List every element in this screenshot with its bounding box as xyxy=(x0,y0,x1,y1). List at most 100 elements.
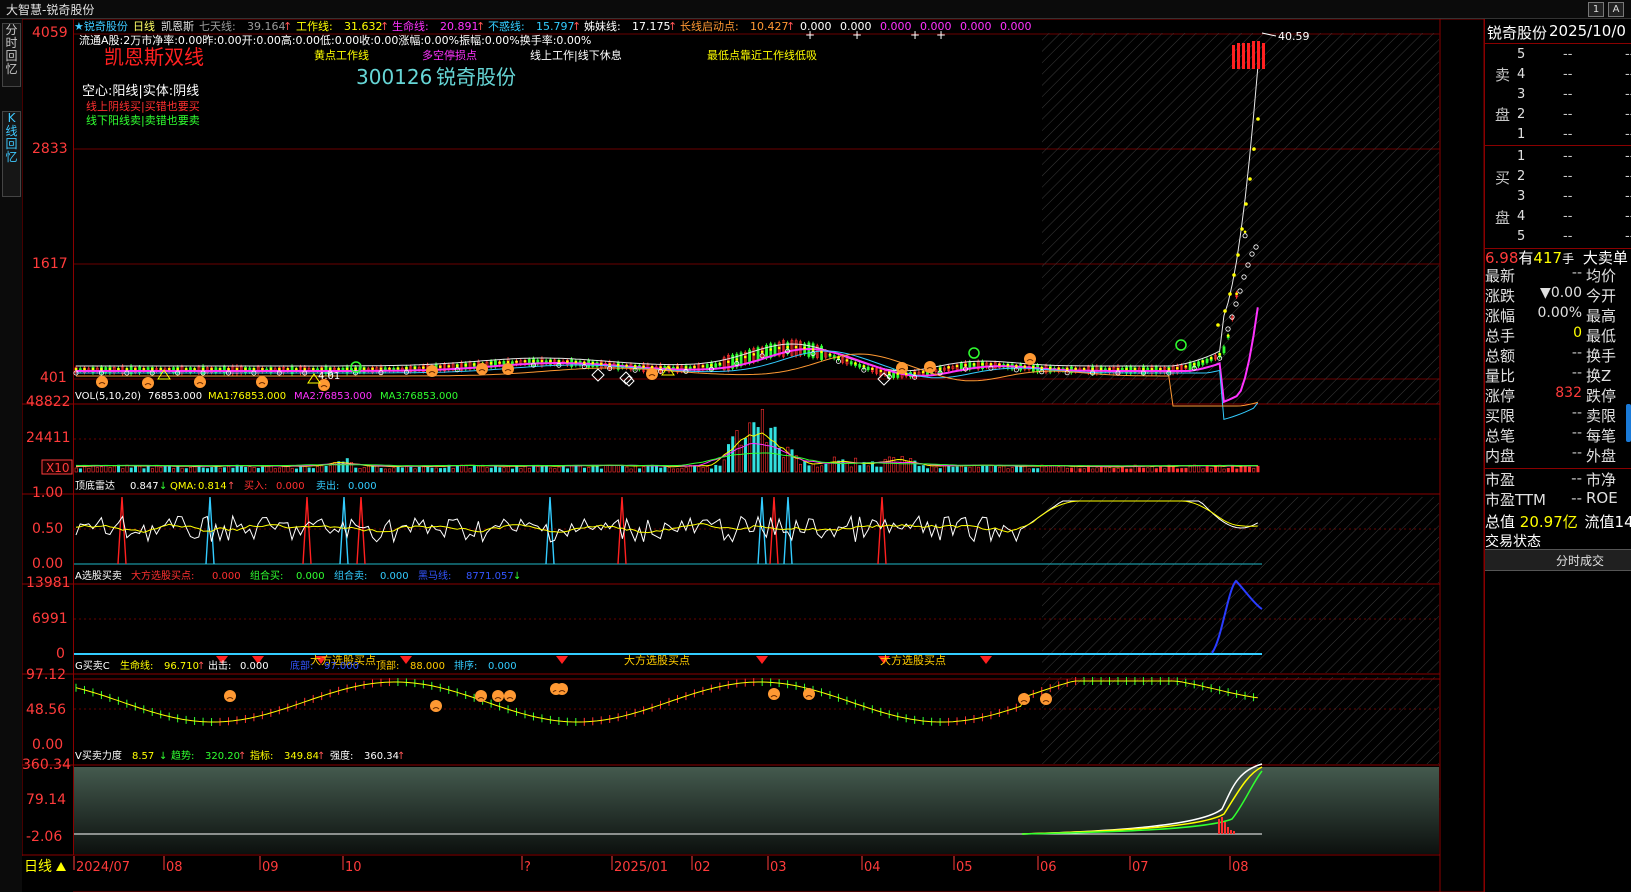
yellow-dot xyxy=(1244,202,1248,206)
quote-row: 总手 0 最低 xyxy=(1485,325,1631,345)
volume-bar xyxy=(176,466,180,473)
yellow-dot xyxy=(616,363,620,367)
volume-bar xyxy=(1019,465,1023,473)
force-axis-label-1: 360.34 xyxy=(22,757,71,773)
volume-bar xyxy=(951,466,955,473)
radar-buy: 0.000 xyxy=(276,481,305,492)
yellow-dot xyxy=(1057,367,1060,370)
radar-sell-label: 卖出: xyxy=(316,479,339,492)
force-strength-arrow: ↑ xyxy=(397,751,405,762)
buy-volume-1: -- xyxy=(1625,149,1631,164)
window-button-a[interactable]: A xyxy=(1608,2,1624,17)
volume-bar xyxy=(921,465,925,473)
yellow-dot xyxy=(871,367,874,371)
buy-volume-2: -- xyxy=(1625,169,1631,184)
c-face-icon xyxy=(430,700,442,712)
yellow-dot xyxy=(1023,365,1027,368)
vol-axis-label-1: 48822 xyxy=(26,394,71,410)
c-face-icon xyxy=(492,690,504,702)
volume-bar xyxy=(184,468,188,473)
volume-bar xyxy=(231,467,235,473)
quote-row-value: -- xyxy=(1571,405,1582,421)
volume-bar xyxy=(239,465,243,473)
yellow-dot xyxy=(1209,356,1213,360)
quote-row-right-label: 均价 xyxy=(1586,267,1617,285)
buy-price-5: -- xyxy=(1563,229,1573,244)
yellow-dot xyxy=(498,361,501,364)
volume-bar xyxy=(400,467,404,473)
yellow-dot xyxy=(337,367,340,371)
window-button-1[interactable]: 1 xyxy=(1588,2,1604,17)
sell-price-5: -- xyxy=(1563,47,1573,62)
pick-axis-label-1: 13981 xyxy=(26,575,71,591)
price-axis-label-4: 401 xyxy=(40,370,67,386)
yellow-dot xyxy=(244,367,247,371)
yellow-dot xyxy=(566,360,569,363)
candle-body xyxy=(1197,361,1200,367)
header-qitianxian-label: 七天线: xyxy=(199,19,236,33)
volume-bar xyxy=(710,468,714,473)
period-label[interactable]: 日线 xyxy=(24,859,52,875)
volume-bar xyxy=(1099,466,1103,473)
volume-bar xyxy=(777,447,781,473)
quote-row-value: 0 xyxy=(1573,325,1582,341)
quote-row-value: 0.00% xyxy=(1537,305,1582,321)
pe-row: 市盈TTM -- ROE xyxy=(1485,489,1631,509)
yellow-dot xyxy=(1150,367,1154,371)
date-axis-label: 2025/01 xyxy=(614,860,668,875)
yellow-dot xyxy=(845,359,849,362)
price-axis-label-2: 2833 xyxy=(32,141,68,157)
date-axis-label: 07 xyxy=(1132,860,1149,875)
pe-row-label: 市盈 xyxy=(1485,471,1516,489)
yellow-dot xyxy=(794,345,798,349)
yellow-dot xyxy=(727,360,730,364)
volume-bar xyxy=(354,467,358,473)
candle-body xyxy=(959,362,963,371)
volume-bar xyxy=(1120,466,1124,473)
yellow-dot xyxy=(633,364,637,368)
quote-row: 买限 -- 卖限 xyxy=(1485,405,1631,425)
yellow-dot xyxy=(201,367,205,371)
quote-scrollbar[interactable] xyxy=(1626,404,1631,442)
yellow-dot xyxy=(828,353,832,356)
trade-state-label: 交易状态 xyxy=(1485,534,1541,550)
header-tail-value-6: 0.000 xyxy=(1000,20,1032,33)
yellow-dot xyxy=(1082,367,1086,371)
volume-bar xyxy=(1015,465,1019,473)
c-title: G买卖C xyxy=(75,660,110,672)
yellow-dot xyxy=(1236,253,1240,257)
kline-chart-area[interactable]: ★锐奇股份 日线 凯恩斯 七天线: 39.164 ↑ 工作线: 31.632 ↑… xyxy=(22,19,1484,892)
yellow-dot xyxy=(1252,147,1256,151)
volume-bar xyxy=(1171,466,1175,473)
yellow-dot xyxy=(1243,230,1247,234)
pick-combo-sell: 0.000 xyxy=(380,571,409,582)
svg-text:+: + xyxy=(852,28,862,42)
volume-bar xyxy=(540,466,544,473)
candle-body xyxy=(866,366,870,371)
header-gongzuoxian-value: 31.632 xyxy=(344,20,383,33)
force-value: 8.57 xyxy=(132,751,154,762)
yellow-dot xyxy=(1074,367,1077,371)
quote-row-right-label: 卖限 xyxy=(1586,407,1617,425)
radar-axis-label-3: 0.00 xyxy=(32,556,63,572)
yellow-dot xyxy=(1184,365,1188,368)
pick-black-horse-label: 黑马线: xyxy=(418,569,451,582)
yellow-dot xyxy=(269,367,273,371)
yellow-dot xyxy=(1228,292,1232,296)
volume-bar xyxy=(443,467,447,473)
tick-trade-tab-label[interactable]: 分时成交 xyxy=(1556,552,1604,569)
quote-row-label: 总额 xyxy=(1485,347,1516,365)
tab-kline-replay[interactable]: K线回忆 xyxy=(2,111,21,197)
yellow-dot xyxy=(159,367,163,371)
sell-volumes: -- -- -- -- -- xyxy=(1625,45,1631,145)
volume-bar xyxy=(430,467,434,473)
sell-volume-2: -- xyxy=(1625,107,1631,122)
yellow-dot xyxy=(998,363,1001,366)
window-title: 大智慧-锐奇股份 xyxy=(6,3,95,17)
tick-trade-tab[interactable]: 分时成交 xyxy=(1485,549,1631,571)
tab-time-share-replay[interactable]: 分时回忆 xyxy=(2,23,21,87)
yellow-dot xyxy=(557,359,561,363)
volume-bar xyxy=(1231,465,1235,473)
vol-ma1-label: MA1: xyxy=(208,391,233,402)
left-tab-strip: 分时回忆 K线回忆 xyxy=(0,19,23,892)
